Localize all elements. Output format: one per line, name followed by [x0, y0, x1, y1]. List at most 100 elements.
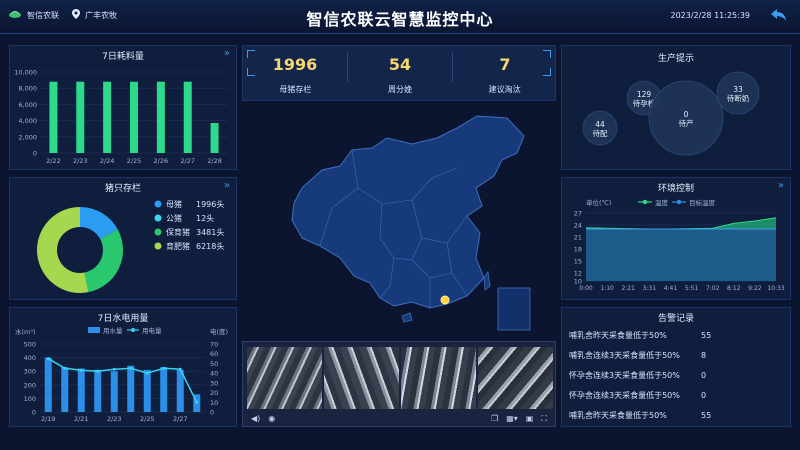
- water-bar: [110, 371, 118, 412]
- power-point: [63, 366, 67, 370]
- x-tick-label: 2/27: [173, 415, 188, 423]
- x-tick-label: 8:12: [727, 285, 741, 292]
- water-power-chart: 水(m³) 电(度) 用水量 用电量 0 100 200 300 400 500 0 10 20 3040…: [15, 326, 228, 423]
- x-tick-label: 0:00: [579, 285, 593, 292]
- map-hainan: [401, 312, 413, 323]
- right-axis-unit: 电(度): [210, 327, 228, 336]
- copy-icon[interactable]: ❐: [491, 414, 498, 424]
- legend-value: 3481头: [196, 227, 224, 237]
- x-tick-label: 10:33: [767, 285, 784, 292]
- legend-dot: [154, 200, 162, 208]
- stat-value: 7: [499, 55, 511, 74]
- datetime-display: 2023/2/28 11:25:39: [670, 11, 751, 20]
- power-line: [47, 357, 198, 403]
- camera-feed-1[interactable]: [247, 347, 322, 409]
- left-tick-label: 500: [24, 341, 36, 349]
- stat-farrowing: 54: [348, 52, 453, 82]
- china-map[interactable]: [262, 108, 542, 333]
- feed-bar-chart: 0 2,000 4,000 6,000 8,000 10,000 2/22 2/23 2/24 2…: [14, 69, 228, 165]
- y-tick-label: 8,000: [18, 85, 37, 93]
- stat-value: 54: [388, 55, 412, 74]
- right-tick-label: 10: [210, 399, 218, 407]
- left-tick-label: 0: [32, 409, 36, 417]
- legend-label: 母猪: [166, 199, 182, 209]
- alarm-list[interactable]: 哺乳舍昨天采食量低于50% 55 哺乳舍连续3天采食量低于50% 8 怀孕舍连续3天…: [569, 325, 785, 425]
- legend-temp-dot: [642, 199, 648, 205]
- camera-feed-2[interactable]: [324, 347, 399, 409]
- left-tick-label: 200: [24, 381, 36, 389]
- water-bar: [143, 369, 151, 412]
- farm-location-marker[interactable]: [440, 295, 450, 305]
- x-tick-label: 2/23: [107, 415, 122, 423]
- stat-cull: 7: [453, 52, 557, 82]
- bubble-value: 129: [637, 90, 652, 99]
- power-point: [145, 371, 149, 375]
- x-tick-label: 5:51: [685, 285, 699, 292]
- alarm-row: 怀孕舍连续3天采食量低于50% 0: [569, 370, 707, 380]
- camera-panel: ◀) ◉ ❐ ▦▾ ▣ ⛶: [242, 341, 556, 427]
- water-bar: [44, 357, 52, 412]
- bubble-value: 33: [733, 85, 743, 94]
- y-tick-label: 10,000: [14, 69, 37, 77]
- stock-donut-chart: 母猪 1996头公猪 12头保育猪 3481头育肥猪 6218头: [37, 199, 224, 293]
- alarm-panel-title: 告警记录: [657, 314, 694, 324]
- right-tick-label: 40: [210, 370, 218, 378]
- bubble-label: 待配: [593, 128, 608, 138]
- right-tick-label: 20: [210, 389, 218, 397]
- environment-area-chart: 单位(℃) 温度 目标温度101215182124270:00 1:10 2:21 3:3…: [574, 198, 785, 292]
- legend-temp-label: 温度: [655, 198, 669, 207]
- layout-grid-icon[interactable]: ▦▾: [506, 414, 518, 424]
- y-tick-label: 12: [574, 270, 582, 278]
- legend-water-swatch: [88, 327, 100, 333]
- alarm-row: 哺乳舍昨天采食量低于50% 55: [569, 330, 712, 340]
- donut-slice: [84, 229, 123, 293]
- water-bar: [176, 369, 184, 412]
- feed-bar: [49, 81, 58, 153]
- feed-bar: [210, 123, 219, 153]
- camera-snapshot-icon[interactable]: ◉: [268, 414, 275, 423]
- x-tick-label: 2:21: [621, 285, 635, 292]
- production-panel: 生产提示 44 待配 129 待孕检 0 待产 33 待断奶: [561, 45, 791, 170]
- stats-box: 1996 54 7 母猪存栏 周分娩 建议淘汰: [242, 45, 556, 101]
- stat-label: 周分娩: [388, 85, 412, 94]
- left-tick-label: 100: [24, 395, 36, 403]
- stat-label: 建议淘汰: [488, 85, 521, 94]
- camera-feed-3[interactable]: [401, 347, 476, 409]
- y-tick-label: 4,000: [18, 117, 37, 125]
- bubble-value: 44: [595, 120, 605, 129]
- power-point: [46, 357, 50, 361]
- water-power-panel: 7日水电用量 水(m³) 电(度) 用水量 用电量 0 100 200 300 400 500 0 1…: [9, 307, 237, 427]
- legend-value: 1996头: [196, 199, 224, 209]
- alarm-row: 哺乳舍昨天采食量低于50% 55: [569, 410, 712, 420]
- bubble-label: 待断奶: [727, 93, 750, 103]
- water-bar: [127, 365, 135, 412]
- fullscreen-icon[interactable]: ⛶: [541, 414, 547, 424]
- production-bubble-chart: 44待配129待孕检0待产33待断奶: [582, 71, 760, 156]
- legend-label: 公猪: [166, 213, 182, 223]
- legend-dot: [154, 214, 162, 222]
- x-tick-label: 2/19: [41, 415, 56, 423]
- x-tick-label: 9:22: [748, 285, 762, 292]
- y-tick-label: 21: [574, 234, 582, 242]
- record-icon[interactable]: ▣: [526, 414, 534, 424]
- x-tick-label: 2/23: [73, 157, 88, 165]
- right-tick-label: 50: [210, 360, 218, 368]
- map-south-sea-inset: [497, 287, 531, 331]
- power-point: [195, 400, 199, 404]
- stock-panel: 猪只存栏 » 母猪 1996头 公猪 12头 保育猪 3481头 育肥猪 6218头: [9, 177, 237, 300]
- left-tick-label: 400: [24, 354, 36, 362]
- right-tick-label: 60: [210, 350, 218, 358]
- camera-feed-4[interactable]: [478, 347, 553, 409]
- power-point: [79, 368, 83, 372]
- power-point: [178, 367, 182, 371]
- legend-dot: [154, 228, 162, 236]
- y-tick-label: 27: [574, 210, 582, 218]
- x-tick-label: 1:10: [600, 285, 614, 292]
- volume-icon[interactable]: ◀): [251, 414, 260, 423]
- back-arrow-icon[interactable]: [770, 7, 788, 26]
- water-bar: [160, 367, 168, 412]
- x-tick-label: 2/27: [180, 157, 195, 165]
- y-tick-label: 0: [33, 150, 37, 158]
- legend-label: 育肥猪: [166, 241, 190, 251]
- bubble-value: 0: [684, 110, 689, 119]
